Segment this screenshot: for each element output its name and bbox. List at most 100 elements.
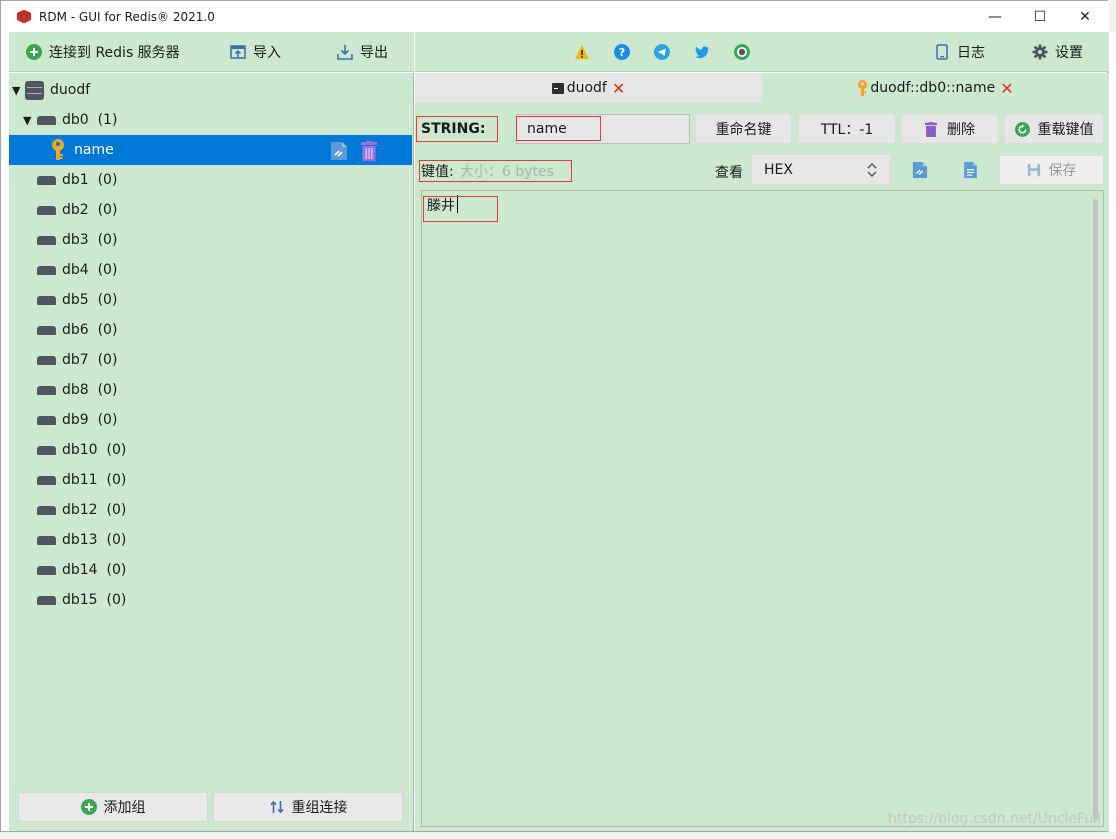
- db-label: db13 (0): [62, 532, 127, 548]
- close-tab-icon[interactable]: ✕: [612, 79, 625, 98]
- minimize-button[interactable]: —: [972, 1, 1018, 32]
- view-format-select[interactable]: HEX: [751, 154, 891, 185]
- add-circle-icon: [80, 799, 97, 815]
- delete-key-icon[interactable]: [361, 141, 377, 161]
- expand-arrow-icon[interactable]: ▼: [23, 114, 31, 127]
- save-button[interactable]: 保存: [999, 155, 1104, 185]
- tree-db-row[interactable]: db10 (0): [9, 435, 412, 465]
- export-button[interactable]: 导出: [337, 40, 388, 64]
- log-button[interactable]: 日志: [934, 40, 985, 64]
- rename-key-button[interactable]: 重命名键: [695, 114, 792, 144]
- tree-server-duodf[interactable]: ▼ duodf: [9, 75, 412, 105]
- minimize-icon: —: [988, 8, 1002, 25]
- server-name: duodf: [50, 82, 91, 98]
- connection-tree-panel: ▼ duodf ▼ db0 (1) name db1 (0) db2 (0) d…: [9, 73, 414, 831]
- rename-key-label: 重命名键: [715, 122, 772, 138]
- db-label: db7 (0): [62, 352, 118, 368]
- database-icon: [37, 296, 56, 305]
- copy-key-icon[interactable]: [330, 141, 348, 161]
- export-icon: [337, 45, 353, 60]
- key-icon: [52, 139, 64, 160]
- db-label: db0 (1): [62, 112, 118, 128]
- twitter-icon[interactable]: [694, 44, 710, 60]
- tree-db-row[interactable]: db6 (0): [9, 315, 412, 345]
- db-label: db12 (0): [62, 502, 127, 518]
- app-window: RDM - GUI for Redis® 2021.0 — ☐ ✕ 连接到 Re…: [0, 0, 1109, 832]
- log-label: 日志: [957, 45, 985, 61]
- db-label: db1 (0): [62, 172, 118, 188]
- tab-key-name[interactable]: duodf::db0::name ✕: [762, 73, 1109, 103]
- chevron-updown-icon: [867, 163, 877, 177]
- tree-db-row[interactable]: db2 (0): [9, 195, 412, 225]
- close-icon: ✕: [1079, 8, 1091, 25]
- db-label: db10 (0): [62, 442, 127, 458]
- maximize-button[interactable]: ☐: [1017, 1, 1063, 32]
- regroup-connections-button[interactable]: 重组连接: [213, 792, 403, 822]
- tree-db-row[interactable]: db11 (0): [9, 465, 412, 495]
- warning-icon[interactable]: [574, 44, 590, 60]
- highlight-box: [416, 116, 498, 142]
- import-label: 导入: [253, 45, 281, 61]
- tree-db-row[interactable]: db8 (0): [9, 375, 412, 405]
- tree-db-row[interactable]: db14 (0): [9, 555, 412, 585]
- import-icon: [230, 45, 246, 59]
- database-icon: [37, 176, 56, 185]
- ttl-button[interactable]: TTL：-1: [798, 114, 896, 144]
- tree-db-row[interactable]: db5 (0): [9, 285, 412, 315]
- tree-db-row[interactable]: db7 (0): [9, 345, 412, 375]
- telegram-icon[interactable]: [654, 44, 670, 60]
- settings-label: 设置: [1055, 45, 1083, 61]
- database-icon: [37, 236, 56, 245]
- tree-db-row[interactable]: db4 (0): [9, 255, 412, 285]
- vertical-scrollbar[interactable]: [1093, 199, 1098, 821]
- tree-db-row[interactable]: db1 (0): [9, 165, 412, 195]
- gear-icon: [1032, 44, 1048, 60]
- help-icon[interactable]: ?: [614, 44, 630, 60]
- terminal-icon: [551, 82, 564, 94]
- db-label: db5 (0): [62, 292, 118, 308]
- database-icon: [37, 596, 56, 605]
- delete-button[interactable]: 删除: [901, 114, 999, 144]
- tree-db-row[interactable]: db9 (0): [9, 405, 412, 435]
- reload-value-button[interactable]: 重载键值: [1004, 114, 1104, 144]
- left-toolbar: 连接到 Redis 服务器 导入 导出: [9, 32, 414, 72]
- redis-logo-icon: [17, 9, 31, 24]
- close-window-button[interactable]: ✕: [1062, 1, 1108, 32]
- window-title: RDM - GUI for Redis® 2021.0: [39, 9, 215, 24]
- connect-server-button[interactable]: 连接到 Redis 服务器: [26, 40, 180, 64]
- db-label: db8 (0): [62, 382, 118, 398]
- highlight-box: [423, 196, 498, 222]
- tree-db-row[interactable]: db13 (0): [9, 525, 412, 555]
- copy-value-icon[interactable]: [912, 161, 928, 179]
- database-icon: [37, 446, 56, 455]
- add-circle-icon: [26, 44, 42, 60]
- view-mode-label: 查看: [715, 165, 743, 181]
- highlight-box: [419, 160, 572, 182]
- floppy-disk-icon: [1027, 163, 1040, 177]
- settings-button[interactable]: 设置: [1032, 40, 1083, 64]
- tree-db-row[interactable]: db15 (0): [9, 585, 412, 615]
- value-editor[interactable]: 滕井: [421, 190, 1104, 827]
- tree-db-row[interactable]: db3 (0): [9, 225, 412, 255]
- tab-duodf[interactable]: duodf ✕: [415, 73, 762, 103]
- regroup-label: 重组连接: [291, 800, 348, 816]
- add-group-button[interactable]: 添加组: [18, 792, 208, 822]
- document-icon[interactable]: [963, 161, 978, 179]
- db-label: db9 (0): [62, 412, 118, 428]
- database-icon: [37, 476, 56, 485]
- db-label: db3 (0): [62, 232, 118, 248]
- tree-db-row[interactable]: db12 (0): [9, 495, 412, 525]
- github-icon[interactable]: [734, 44, 750, 60]
- expand-arrow-icon[interactable]: ▼: [12, 84, 20, 97]
- db-label: db4 (0): [62, 262, 118, 278]
- close-tab-icon[interactable]: ✕: [1000, 79, 1013, 98]
- tree-db-row[interactable]: ▼ db0 (1): [9, 105, 412, 135]
- ttl-label: TTL：-1: [820, 122, 874, 138]
- db-label: db14 (0): [62, 562, 127, 578]
- background-window-edge: [1108, 32, 1116, 832]
- database-icon: [37, 386, 56, 395]
- import-button[interactable]: 导入: [230, 40, 281, 64]
- database-icon: [37, 416, 56, 425]
- key-editor-panel: duodf ✕ duodf::db0::name ✕ STRING: name …: [415, 73, 1109, 831]
- tree-key-name[interactable]: name: [9, 135, 412, 165]
